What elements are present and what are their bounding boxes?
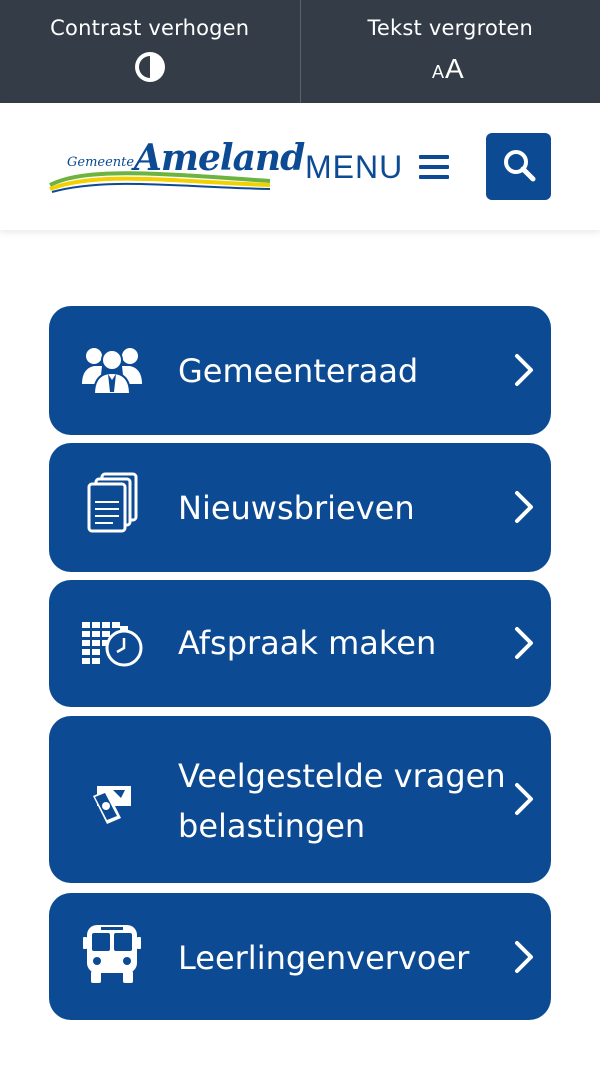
tax-money-icon: [79, 769, 145, 829]
tile-label: Afspraak maken: [178, 624, 437, 662]
search-button[interactable]: [486, 133, 551, 200]
logo-small-text: Gemeente: [67, 155, 135, 170]
tile-label-line-1: Veelgestelde vragen: [178, 757, 506, 795]
tile-label: Veelgestelde vragen belastingen: [178, 751, 508, 851]
calendar-clock-icon: [79, 613, 145, 673]
logo-big-text: Ameland: [134, 137, 305, 179]
svg-text:A: A: [445, 53, 464, 84]
contrast-button[interactable]: Contrast verhogen: [0, 0, 300, 103]
chevron-right-icon: [515, 491, 533, 523]
contrast-icon: [133, 50, 167, 84]
tile-label: Gemeenteraad: [178, 352, 419, 390]
chevron-right-icon: [515, 783, 533, 815]
chevron-right-icon: [515, 354, 533, 386]
bus-icon: [79, 924, 145, 984]
council-people-icon: [79, 340, 145, 400]
tile-label: Nieuwsbrieven: [178, 489, 415, 527]
hamburger-icon: [419, 154, 450, 180]
tile-gemeenteraad[interactable]: Gemeenteraad: [49, 306, 551, 435]
chevron-right-icon: [515, 627, 533, 659]
tile-nieuwsbrieven[interactable]: Nieuwsbrieven: [49, 443, 551, 572]
documents-icon: [79, 472, 145, 533]
menu-label: MENU: [305, 148, 404, 185]
accessibility-bar: Contrast verhogen Tekst vergroten A A: [0, 0, 600, 103]
site-header: Gemeente Ameland MENU: [0, 103, 600, 230]
tile-afspraak-maken[interactable]: Afspraak maken: [49, 580, 551, 707]
text-size-icon: A A: [430, 50, 470, 84]
svg-text:A: A: [432, 62, 444, 82]
tile-veelgestelde-vragen-belastingen[interactable]: Veelgestelde vragen belastingen: [49, 716, 551, 883]
tile-leerlingenvervoer[interactable]: Leerlingenvervoer: [49, 893, 551, 1020]
contrast-label: Contrast verhogen: [50, 16, 250, 40]
text-size-button[interactable]: Tekst vergroten A A: [299, 0, 600, 103]
menu-button[interactable]: MENU: [305, 147, 450, 187]
tile-label: Leerlingenvervoer: [178, 939, 470, 977]
chevron-right-icon: [515, 941, 533, 973]
text-size-label: Tekst vergroten: [367, 16, 534, 40]
gemeente-ameland-logo[interactable]: Gemeente Ameland: [46, 137, 305, 201]
search-icon: [502, 148, 536, 186]
tile-label-line-2: belastingen: [178, 807, 366, 845]
